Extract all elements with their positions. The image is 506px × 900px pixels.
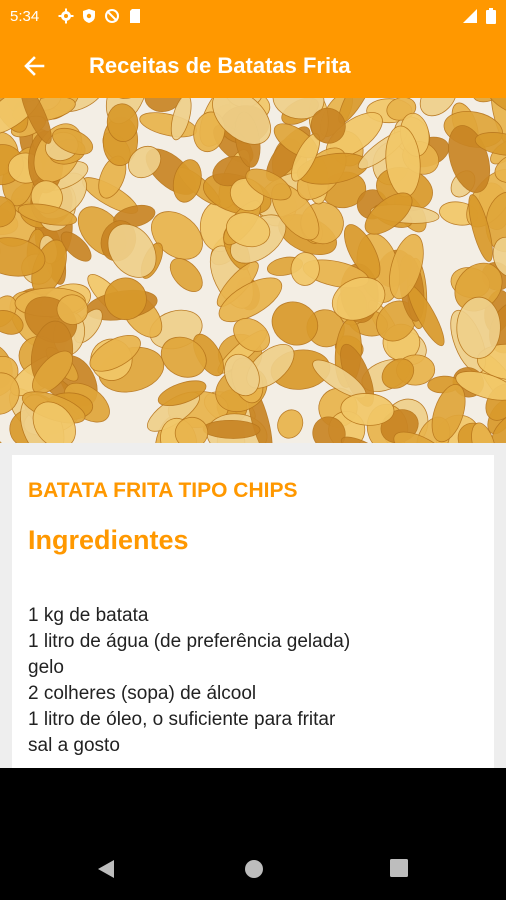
nav-back-button[interactable]	[96, 858, 116, 885]
status-right	[462, 8, 496, 24]
signal-icon	[462, 8, 478, 24]
app-bar: Receitas de Batatas Frita	[0, 34, 506, 98]
ingredient-item: 1 litro de água (de preferência gelada)	[28, 631, 351, 652]
back-button[interactable]	[14, 46, 54, 86]
home-circle-icon	[245, 860, 263, 878]
app-title: Receitas de Batatas Frita	[89, 53, 351, 78]
status-icons	[58, 8, 143, 24]
back-triangle-icon	[98, 860, 114, 878]
chip-shape	[456, 296, 501, 359]
recents-square-icon	[390, 859, 408, 877]
ingredient-list: 1 kg de batata 1 litro de água (de prefe…	[28, 603, 350, 759]
status-bar: 5:34	[0, 0, 506, 34]
arrow-left-icon	[24, 56, 45, 76]
status-time: 5:34	[10, 8, 40, 25]
navigation-bar	[0, 768, 506, 900]
no-sync-icon	[104, 8, 120, 24]
ingredient-item: 2 colheres (sopa) de álcool	[28, 683, 257, 704]
sd-card-icon	[127, 8, 143, 24]
ingredient-item: 1 kg de batata	[28, 605, 149, 626]
nav-home-button[interactable]	[243, 858, 265, 885]
gear-icon	[58, 8, 74, 24]
ingredient-item: 1 litro de óleo, o suficiente para frita…	[28, 709, 336, 730]
shield-icon	[81, 8, 97, 24]
recipe-title: BATATA FRITA TIPO CHIPS	[28, 479, 298, 502]
ingredient-item: gelo	[28, 657, 64, 678]
recipe-card: BATATA FRITA TIPO CHIPS Ingredientes 1 k…	[12, 455, 494, 768]
nav-recents-button[interactable]	[389, 858, 409, 883]
ingredients-heading: Ingredientes	[28, 525, 189, 555]
recipe-image	[0, 98, 506, 443]
potato-chips-photo	[0, 98, 506, 443]
battery-icon	[486, 8, 496, 24]
ingredient-item: sal a gosto	[28, 735, 120, 756]
